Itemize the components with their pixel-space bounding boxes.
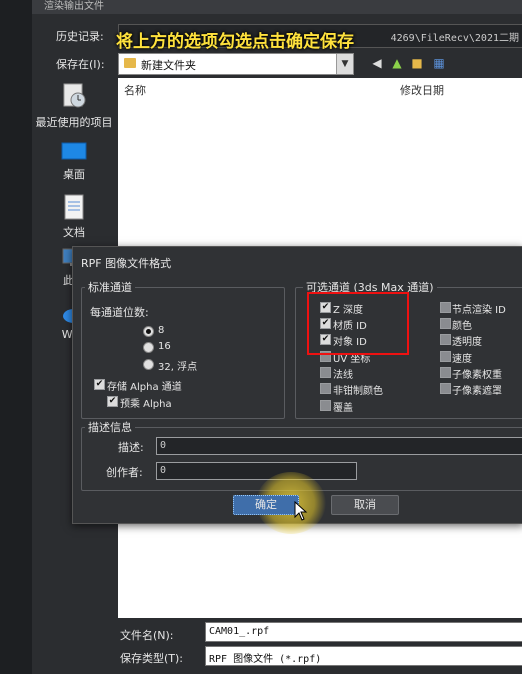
view-menu-icon[interactable]: ▦ — [430, 54, 448, 72]
filename-label: 文件名(N): — [120, 629, 174, 642]
unclamped-color-checkbox[interactable] — [320, 383, 331, 394]
column-header-name[interactable]: 名称 — [124, 82, 146, 98]
standard-channels-title: 标准通道 — [85, 279, 135, 295]
author-label: 创作者: — [106, 466, 143, 479]
subpixel-weight-checkbox[interactable] — [440, 367, 451, 378]
color-label: 颜色 — [452, 321, 472, 332]
description-input[interactable]: 0 — [156, 437, 522, 455]
unclamped-color-label: 非钳制颜色 — [333, 386, 383, 397]
sidebar-item-documents[interactable]: 文档 — [32, 194, 116, 240]
node-render-id-label: 节点渲染 ID — [452, 305, 506, 316]
store-alpha-label: 存储 Alpha 通道 — [107, 382, 182, 393]
sidebar-item-label: 最近使用的项目 — [35, 116, 113, 129]
up-folder-icon[interactable]: ▲ — [388, 54, 406, 72]
window-title: 渲染输出文件 — [44, 1, 104, 12]
premultiplied-alpha-label: 预乘 Alpha — [120, 399, 172, 410]
new-folder-icon[interactable]: ■ — [408, 54, 426, 72]
author-input[interactable]: 0 — [156, 462, 357, 480]
normal-label: 法线 — [333, 370, 353, 381]
normal-checkbox[interactable] — [320, 367, 331, 378]
store-alpha-checkbox[interactable]: ✔ — [94, 379, 105, 390]
bits-per-channel-label: 每通道位数: — [90, 306, 149, 319]
bits-8-label: 8 — [158, 325, 165, 336]
subpixel-weight-label: 子像素权重 — [452, 370, 502, 381]
sidebar-item-label: 文档 — [63, 226, 85, 239]
transparency-checkbox[interactable] — [440, 334, 451, 345]
save-in-label: 保存在(I): — [56, 58, 105, 71]
coverage-label: 覆盖 — [333, 403, 353, 414]
save-in-combobox[interactable]: 新建文件夹 ▼ — [118, 53, 354, 75]
ok-button[interactable]: 确定 — [233, 495, 299, 515]
cancel-button[interactable]: 取消 — [331, 495, 399, 515]
bits-8-radio[interactable] — [143, 326, 154, 337]
subpixel-mask-checkbox[interactable] — [440, 383, 451, 394]
filename-input[interactable]: CAM01_.rpf — [205, 622, 522, 642]
bits-16-radio[interactable] — [143, 342, 154, 353]
documents-icon — [64, 194, 84, 220]
velocity-checkbox[interactable] — [440, 351, 451, 362]
node-render-id-checkbox[interactable] — [440, 302, 451, 313]
window-titlebar: 渲染输出文件 — [32, 0, 522, 14]
history-label: 历史记录: — [56, 30, 104, 43]
subpixel-mask-label: 子像素遮罩 — [452, 386, 502, 397]
description-title: 描述信息 — [85, 419, 135, 435]
velocity-label: 速度 — [452, 354, 472, 365]
history-path: 4269\FileRecv\2021二期 — [390, 33, 519, 44]
coverage-checkbox[interactable] — [320, 400, 331, 411]
bits-16-label: 16 — [158, 341, 171, 352]
description-label: 描述: — [118, 441, 144, 454]
save-in-folder: 新建文件夹 — [141, 59, 196, 72]
folder-icon — [124, 58, 136, 68]
premultiplied-alpha-checkbox[interactable]: ✔ — [107, 396, 118, 407]
column-header-date[interactable]: 修改日期 — [400, 82, 444, 98]
filename-value: CAM01_.rpf — [209, 626, 270, 637]
back-icon[interactable]: ◀ — [368, 54, 386, 72]
chevron-down-icon[interactable]: ▼ — [336, 54, 353, 74]
sidebar-item-desktop[interactable]: 桌面 — [32, 142, 116, 182]
sidebar-item-recent[interactable]: 最近使用的项目 — [32, 82, 116, 130]
color-checkbox[interactable] — [440, 318, 451, 329]
recent-icon — [63, 83, 86, 108]
desktop-icon — [61, 142, 87, 160]
filetype-value: RPF 图像文件 (*.rpf) — [209, 654, 322, 665]
bits-32-radio[interactable] — [143, 359, 154, 370]
filetype-label: 保存类型(T): — [120, 652, 184, 665]
bits-32-label: 32, 浮点 — [158, 362, 198, 373]
highlight-box — [307, 292, 409, 355]
sidebar-item-label: 桌面 — [63, 168, 85, 181]
filetype-select[interactable]: RPF 图像文件 (*.rpf) — [205, 646, 522, 666]
transparency-label: 透明度 — [452, 337, 482, 348]
rpf-dialog-title: RPF 图像文件格式 — [81, 257, 172, 270]
video-caption: 将上方的选项勾选点击确定保存 — [116, 32, 354, 52]
mouse-cursor-icon — [294, 501, 308, 521]
